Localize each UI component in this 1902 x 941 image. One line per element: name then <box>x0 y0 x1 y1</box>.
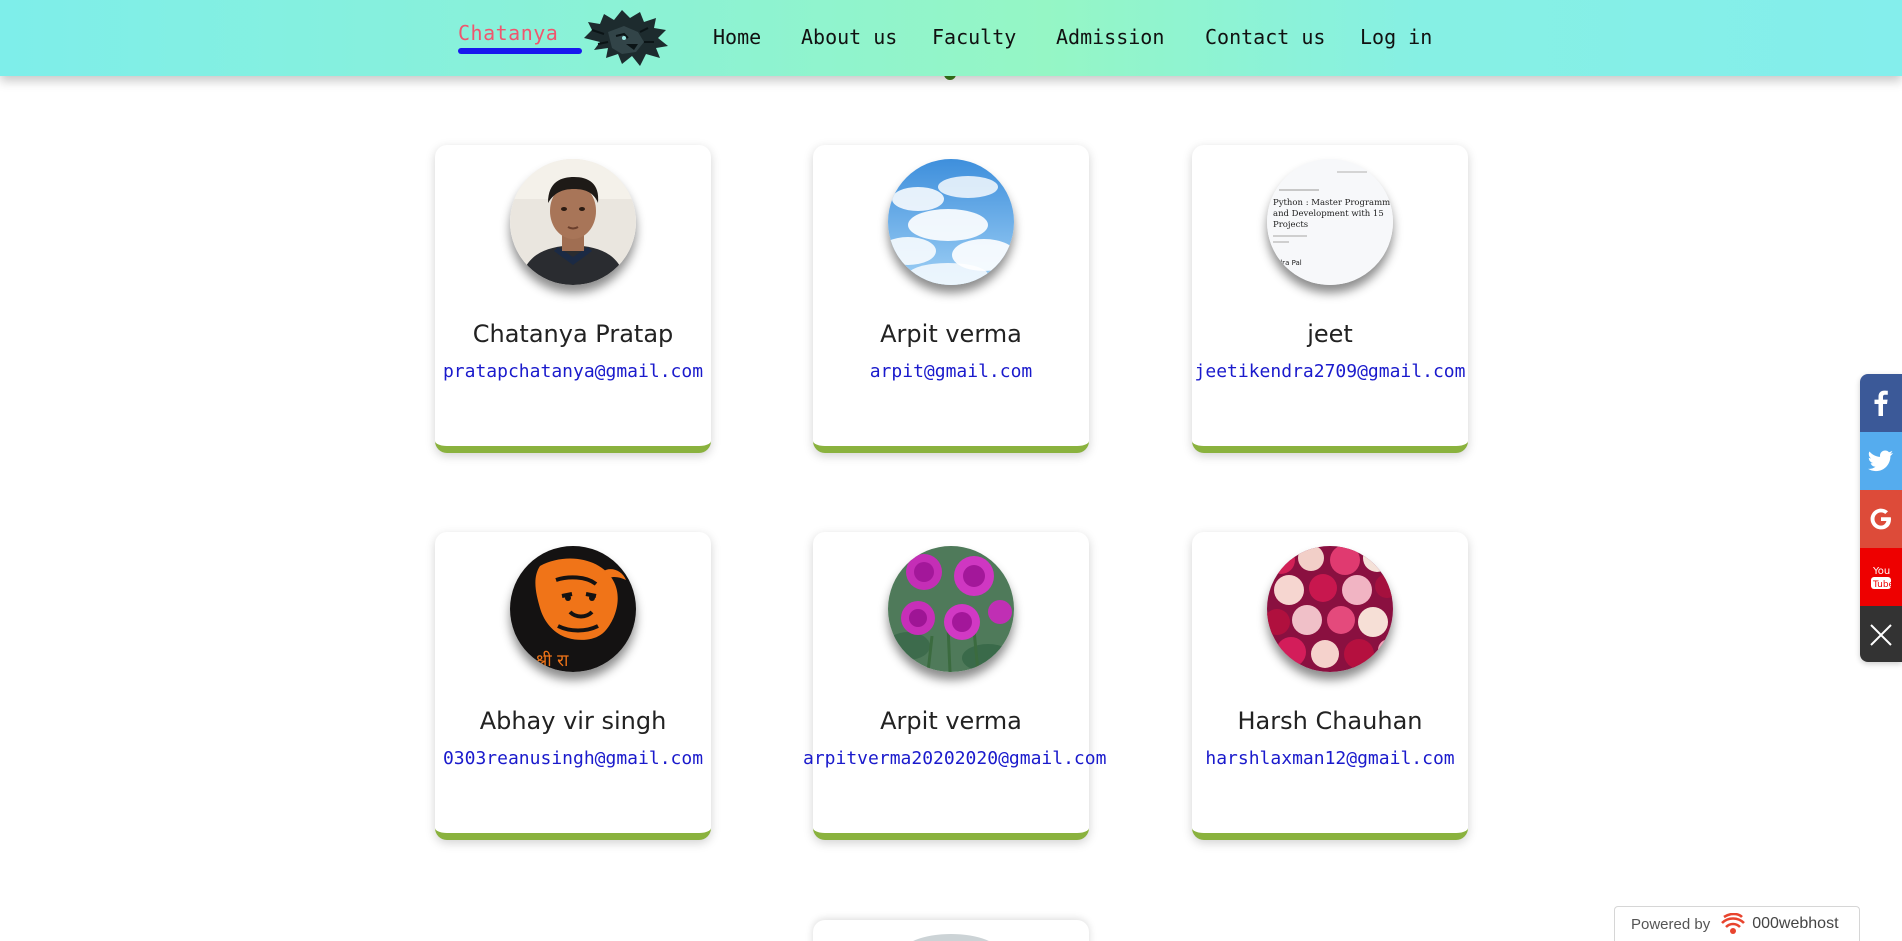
faculty-name: Harsh Chauhan <box>1237 707 1423 735</box>
faculty-card: Python : Master Programming and Developm… <box>1192 145 1468 453</box>
powered-label: Powered by <box>1631 915 1711 933</box>
avatar <box>888 159 1014 285</box>
nav-faculty[interactable]: Faculty <box>932 24 1016 50</box>
avatar <box>901 934 1001 941</box>
faculty-email[interactable]: jeetikendra2709@gmail.com <box>1182 361 1478 383</box>
person-portrait-image <box>510 159 636 285</box>
hanuman-art-image: य श्री रा <box>510 546 636 672</box>
faculty-name: Abhay vir singh <box>479 707 667 735</box>
brand-logo[interactable]: Chatanya <box>458 20 582 54</box>
brand-underline <box>458 48 582 54</box>
avatar <box>888 546 1014 672</box>
faculty-card: Arpit verma arpit@gmail.com <box>813 145 1089 453</box>
faculty-email[interactable]: arpitverma20202020@gmail.com <box>803 748 1106 770</box>
pink-roses-image <box>888 546 1014 672</box>
google-icon <box>1870 508 1891 530</box>
faculty-email[interactable]: arpit@gmail.com <box>803 361 1099 383</box>
facebook-button[interactable] <box>1860 374 1902 432</box>
book-title-line-2: and Development with 15 <box>1273 209 1384 219</box>
lion-icon <box>584 10 668 66</box>
faculty-card: य श्री रा Abhay vir singh 0303reanusingh… <box>435 532 711 840</box>
faculty-email[interactable]: pratapchatanya@gmail.com <box>425 361 721 383</box>
youtube-button[interactable]: You Tube <box>1860 548 1902 606</box>
faculty-card: Chatanya Pratap pratapchatanya@gmail.com <box>435 145 711 453</box>
social-sidebar: You Tube <box>1860 374 1902 662</box>
youtube-icon: You Tube <box>1871 566 1894 590</box>
nav-admission[interactable]: Admission <box>1056 24 1164 50</box>
rose-bouquet-image <box>1267 546 1393 672</box>
faculty-email[interactable]: 0303reanusingh@gmail.com <box>425 748 721 770</box>
avatar <box>510 159 636 285</box>
brand-name: Chatanya <box>458 21 559 45</box>
faculty-name: Arpit verma <box>880 707 1022 735</box>
close-icon <box>1870 624 1892 646</box>
close-button[interactable] <box>1860 606 1902 662</box>
sky-clouds-image <box>888 159 1014 285</box>
faculty-name: Chatanya Pratap <box>472 320 674 348</box>
powered-by-badge[interactable]: Powered by 000webhost <box>1614 906 1860 941</box>
svg-text:Tube: Tube <box>1872 580 1894 590</box>
twitter-button[interactable] <box>1860 432 1902 490</box>
avatar: य श्री रा <box>510 546 636 672</box>
faculty-card-partial <box>813 920 1089 941</box>
avatar <box>1267 546 1393 672</box>
book-title-line-1: Python : Master Programming <box>1273 198 1393 208</box>
avatar: Python : Master Programming and Developm… <box>1267 159 1393 285</box>
navbar: Chatanya Home About us Faculty Admission… <box>0 0 1902 76</box>
google-button[interactable] <box>1860 490 1902 548</box>
faculty-name: Arpit verma <box>880 320 1022 348</box>
webhost-logo-icon <box>1721 913 1746 934</box>
svg-text:You: You <box>1872 566 1890 577</box>
faculty-card: Arpit verma arpitverma20202020@gmail.com <box>803 532 1106 840</box>
nav-about[interactable]: About us <box>801 24 897 50</box>
nav-contact[interactable]: Contact us <box>1205 24 1325 50</box>
faculty-card: Harsh Chauhan harshlaxman12@gmail.com <box>1192 532 1468 840</box>
faculty-email[interactable]: harshlaxman12@gmail.com <box>1182 748 1478 770</box>
hanuman-caption: य श्री रा <box>520 650 569 671</box>
book-cover-image: Python : Master Programming and Developm… <box>1267 159 1393 285</box>
book-title-line-3: Projects <box>1273 220 1308 230</box>
faculty-name: jeet <box>1307 320 1353 348</box>
book-author: endra Pal <box>1269 259 1302 267</box>
nav-login[interactable]: Log in <box>1360 24 1432 50</box>
facebook-icon <box>1874 390 1888 416</box>
powered-brand: 000webhost <box>1752 915 1839 932</box>
nav-home[interactable]: Home <box>713 24 761 50</box>
twitter-icon <box>1868 450 1893 472</box>
